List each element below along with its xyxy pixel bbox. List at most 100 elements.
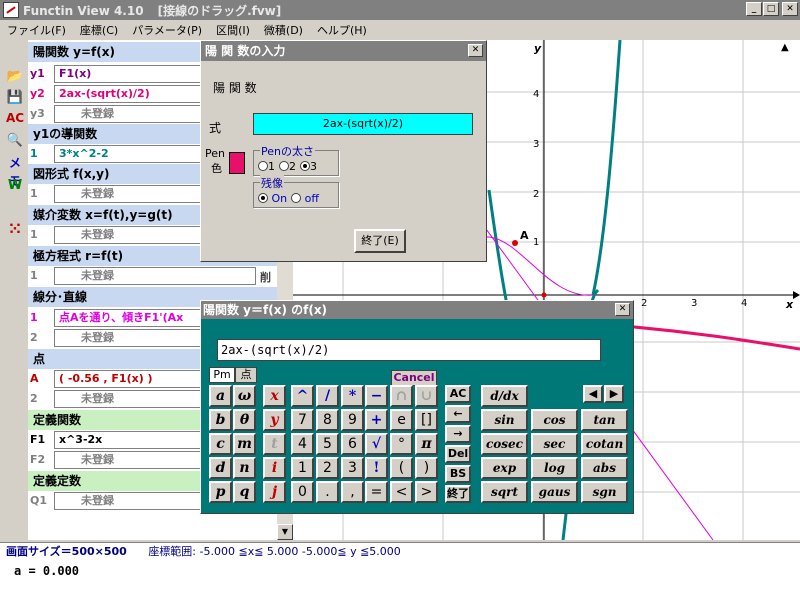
key-3[interactable]: 3 xyxy=(341,457,364,479)
key-y[interactable]: y xyxy=(263,409,286,431)
key-exp[interactable]: exp xyxy=(481,457,528,479)
maximize-button[interactable]: □ xyxy=(763,2,779,16)
key-minus[interactable]: − xyxy=(365,385,388,407)
key-8[interactable]: 8 xyxy=(316,409,339,431)
key-left-arrow[interactable]: ← xyxy=(445,405,471,423)
points-icon[interactable]: ⁙ xyxy=(4,220,26,238)
key-abs[interactable]: abs xyxy=(581,457,628,479)
menu-calculus[interactable]: 微積(D) xyxy=(257,22,310,38)
key-d[interactable]: d xyxy=(209,457,232,479)
key-factorial[interactable]: ! xyxy=(365,457,388,479)
key-sgn[interactable]: sgn xyxy=(581,481,628,503)
key-j[interactable]: j xyxy=(263,481,286,503)
key-right-arrow[interactable]: → xyxy=(445,425,471,443)
tab-pm[interactable]: Pm xyxy=(209,367,235,383)
key-clear-all[interactable]: AC xyxy=(445,385,471,403)
pen-width-radio-2[interactable] xyxy=(279,161,289,171)
key-theta[interactable]: θ xyxy=(233,409,256,431)
key-intersect[interactable]: ∩ xyxy=(390,385,413,407)
left-triangle-icon[interactable]: ◀ xyxy=(583,385,603,403)
key-close-paren[interactable]: ) xyxy=(415,457,438,479)
dialog-close-button[interactable]: ✕ xyxy=(615,303,630,316)
key-e[interactable]: e xyxy=(390,409,413,431)
key-greater[interactable]: > xyxy=(415,481,438,503)
cancel-button[interactable]: Cancel xyxy=(391,370,437,386)
memo-button[interactable]: メモ xyxy=(4,154,26,188)
key-sqrt-func[interactable]: sqrt xyxy=(481,481,528,503)
key-5[interactable]: 5 xyxy=(316,433,339,455)
key-gaus[interactable]: gaus xyxy=(531,481,578,503)
afterimage-on-radio[interactable] xyxy=(258,193,268,203)
key-divide[interactable]: / xyxy=(316,385,339,407)
key-omega[interactable]: ω xyxy=(233,385,256,407)
menu-help[interactable]: ヘルプ(H) xyxy=(310,22,374,38)
point-A[interactable] xyxy=(512,240,518,246)
key-c[interactable]: c xyxy=(209,433,232,455)
key-derivative[interactable]: d/dx xyxy=(481,385,528,407)
save-icon[interactable]: 💾 xyxy=(4,89,26,107)
key-sec[interactable]: sec xyxy=(531,433,578,455)
key-sin[interactable]: sin xyxy=(481,409,528,431)
key-7[interactable]: 7 xyxy=(291,409,314,431)
finish-button[interactable]: 終了(E) xyxy=(354,229,406,253)
minimize-button[interactable]: _ xyxy=(746,2,762,16)
key-t[interactable]: t xyxy=(263,433,286,455)
key-1[interactable]: 1 xyxy=(291,457,314,479)
tab-point[interactable]: 点 xyxy=(235,367,257,383)
key-power[interactable]: ^ xyxy=(291,385,314,407)
key-log[interactable]: log xyxy=(531,457,578,479)
menu-parameter[interactable]: パラメータ(P) xyxy=(125,22,209,38)
afterimage-off-radio[interactable] xyxy=(291,193,302,203)
zoom-icon[interactable]: 🔍 xyxy=(4,132,26,150)
key-9[interactable]: 9 xyxy=(341,409,364,431)
key-n[interactable]: n xyxy=(233,457,256,479)
expression-field[interactable]: 2ax-(sqrt(x)/2) xyxy=(253,113,473,135)
pen-width-radio-1[interactable] xyxy=(258,161,268,171)
expression-input[interactable]: 2ax-(sqrt(x)/2) xyxy=(217,339,601,361)
key-cos[interactable]: cos xyxy=(531,409,578,431)
key-a[interactable]: a xyxy=(209,385,232,407)
key-0[interactable]: 0 xyxy=(291,481,314,503)
key-2[interactable]: 2 xyxy=(316,457,339,479)
key-i[interactable]: i xyxy=(263,457,286,479)
close-button[interactable]: ✕ xyxy=(782,2,798,16)
menu-coords[interactable]: 座標(C) xyxy=(73,22,125,38)
key-x[interactable]: x xyxy=(263,385,286,407)
scroll-down-arrow-icon[interactable]: ▼ xyxy=(277,524,293,540)
key-equals[interactable]: = xyxy=(365,481,388,503)
key-sqrt[interactable]: √ xyxy=(365,433,388,455)
list-item[interactable]: 1 未登録 削 xyxy=(28,266,293,286)
right-triangle-icon[interactable]: ▶ xyxy=(604,385,624,403)
open-folder-icon[interactable]: 📂 xyxy=(4,68,26,86)
pen-width-radio-3[interactable] xyxy=(300,161,310,171)
key-open-paren[interactable]: ( xyxy=(390,457,413,479)
key-cosec[interactable]: cosec xyxy=(481,433,528,455)
polar-field[interactable]: 未登録 xyxy=(54,267,256,285)
menu-file[interactable]: ファイル(F) xyxy=(0,22,73,38)
key-less[interactable]: < xyxy=(390,481,413,503)
key-4[interactable]: 4 xyxy=(291,433,314,455)
key-finish[interactable]: 終了 xyxy=(445,485,471,503)
menu-interval[interactable]: 区間(I) xyxy=(209,22,257,38)
key-q[interactable]: q xyxy=(233,481,256,503)
key-p[interactable]: p xyxy=(209,481,232,503)
dialog-close-button[interactable]: ✕ xyxy=(468,44,483,57)
key-m[interactable]: m xyxy=(233,433,256,455)
key-tan[interactable]: tan xyxy=(581,409,628,431)
key-dot[interactable]: . xyxy=(316,481,339,503)
key-backspace[interactable]: BS xyxy=(445,465,471,483)
key-plus[interactable]: + xyxy=(365,409,388,431)
key-multiply[interactable]: * xyxy=(341,385,364,407)
key-pi[interactable]: π xyxy=(415,433,438,455)
delete-label[interactable]: 削 xyxy=(260,269,271,285)
w-button[interactable]: W xyxy=(4,177,26,195)
pen-color-swatch[interactable] xyxy=(229,152,245,174)
ac-button[interactable]: AC xyxy=(4,109,26,127)
key-brackets[interactable]: [] xyxy=(415,409,438,431)
key-union[interactable]: ∪ xyxy=(415,385,438,407)
key-b[interactable]: b xyxy=(209,409,232,431)
key-6[interactable]: 6 xyxy=(341,433,364,455)
key-cotan[interactable]: cotan xyxy=(581,433,628,455)
key-delete[interactable]: Del xyxy=(445,445,471,463)
key-degree[interactable]: ° xyxy=(390,433,413,455)
